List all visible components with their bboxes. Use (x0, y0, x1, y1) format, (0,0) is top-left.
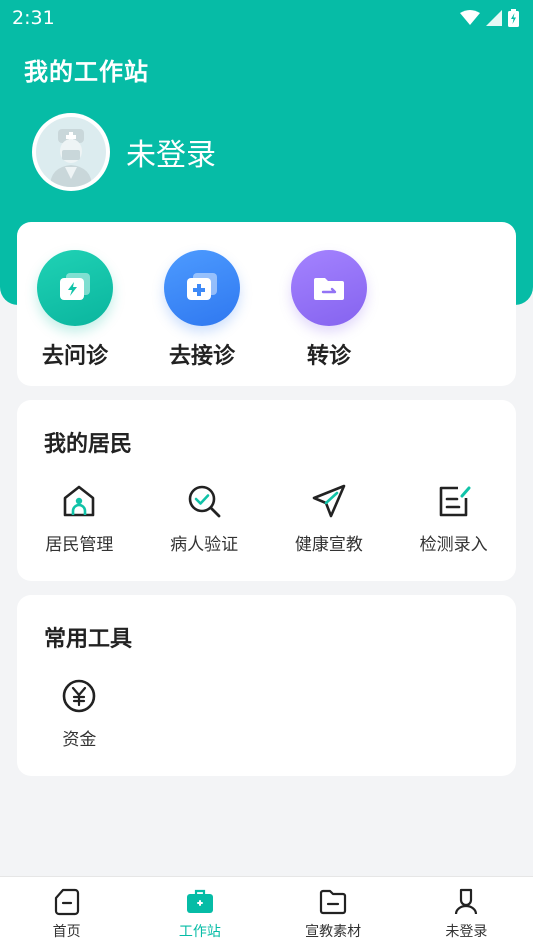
status-bar: 2:31 (0, 0, 533, 36)
briefcase-icon (186, 889, 213, 913)
grid-item-label: 资金 (62, 730, 97, 750)
quick-action-receive[interactable]: 去接诊 (164, 250, 291, 370)
section-title: 我的居民 (44, 432, 133, 457)
profile-icon (455, 888, 478, 915)
nav-tab-materials[interactable]: 宣教素材 (267, 877, 400, 948)
workstation-page: 2:31 我的工作站 未登录 去问诊 去接诊 转诊 我的居民 居民管理 病人验证… (0, 0, 533, 948)
nav-label: 宣教素材 (305, 924, 362, 940)
quick-action-label: 去接诊 (168, 344, 235, 369)
page-title: 我的工作站 (24, 58, 149, 86)
nav-tab-profile[interactable]: 未登录 (400, 877, 533, 948)
search-check-icon (185, 482, 223, 520)
avatar[interactable] (32, 113, 110, 191)
battery-icon (508, 9, 519, 27)
quick-action-label: 转诊 (306, 344, 351, 369)
nav-tab-home[interactable]: 首页 (0, 877, 133, 948)
nav-label: 工作站 (178, 924, 221, 940)
tools-card: 常用工具 资金 (17, 595, 516, 776)
doctor-avatar-icon (36, 117, 106, 187)
quick-action-label: 去问诊 (41, 344, 108, 369)
profile-section[interactable]: 未登录 (32, 113, 216, 191)
test-entry-item[interactable]: 检测录入 (391, 482, 516, 555)
patient-verify-item[interactable]: 病人验证 (142, 482, 267, 555)
edit-note-icon (435, 482, 473, 520)
grid-item-label: 居民管理 (45, 535, 114, 555)
grid-item-label: 健康宣教 (294, 535, 363, 555)
user-name[interactable]: 未登录 (126, 130, 216, 174)
wifi-icon (460, 10, 480, 25)
nav-label: 未登录 (445, 924, 488, 940)
nav-label: 首页 (52, 924, 81, 940)
funds-item[interactable]: 资金 (17, 677, 142, 750)
home-icon (54, 888, 79, 916)
status-time: 2:31 (12, 7, 55, 29)
resident-management-item[interactable]: 居民管理 (17, 482, 142, 555)
quick-action-consult[interactable]: 去问诊 (37, 250, 164, 370)
lightning-chat-icon[interactable] (37, 250, 113, 326)
folder-transfer-icon[interactable] (291, 250, 367, 326)
quick-actions-card: 去问诊 去接诊 转诊 (17, 222, 516, 386)
bottom-nav: 首页 工作站 宣教素材 未登录 (0, 876, 533, 948)
signal-icon (486, 10, 502, 26)
folder-icon (320, 889, 347, 915)
residents-card: 我的居民 居民管理 病人验证 健康宣教 检测录入 (17, 400, 516, 581)
quick-action-transfer[interactable]: 转诊 (291, 250, 418, 370)
send-icon (310, 482, 348, 520)
grid-item-label: 病人验证 (170, 535, 239, 555)
section-title: 常用工具 (44, 627, 133, 652)
yuan-icon (60, 677, 98, 715)
nav-tab-workstation[interactable]: 工作站 (133, 877, 266, 948)
grid-item-label: 检测录入 (419, 535, 488, 555)
plus-chat-icon[interactable] (164, 250, 240, 326)
status-icons (460, 9, 519, 27)
home-person-icon (60, 482, 98, 520)
health-education-item[interactable]: 健康宣教 (267, 482, 392, 555)
